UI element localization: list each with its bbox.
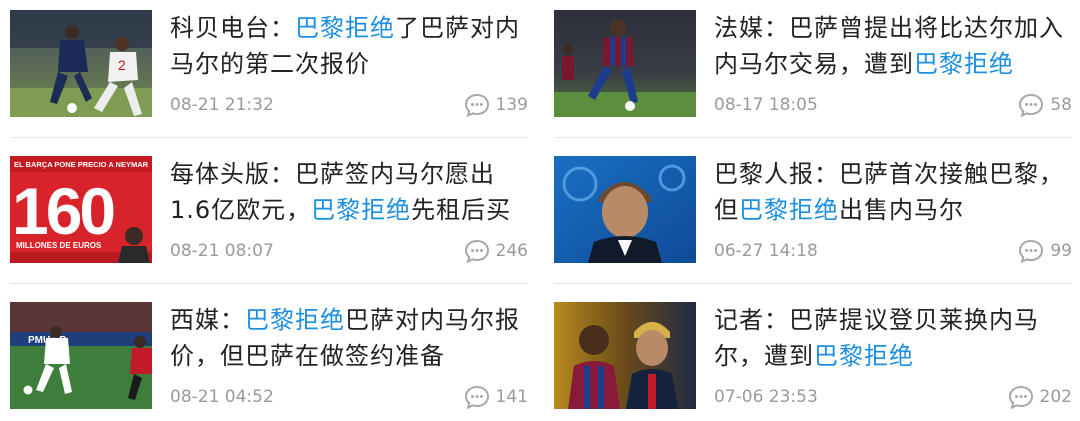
news-thumbnail[interactable]: PMU.FR: [10, 302, 152, 409]
comment-count-button[interactable]: 58: [1018, 92, 1072, 118]
newspaper-headline: EL BARÇA PONE PRECIO A NEYMAR: [14, 160, 149, 169]
news-card[interactable]: 巴黎人报：巴萨首次接触巴黎，但巴黎拒绝出售内马尔 06-27 14:18 99: [554, 156, 1072, 263]
comment-count: 141: [495, 387, 528, 407]
publish-time: 06-27 14:18: [714, 241, 818, 261]
highlight-keyword: 巴黎拒绝: [739, 196, 839, 224]
stadium-match-photo: PMU.FR: [10, 302, 152, 409]
comment-bubble-icon: [1019, 93, 1044, 117]
news-card[interactable]: 记者：巴萨提议登贝莱换内马尔，遭到巴黎拒绝 07-06 23:53 202: [554, 302, 1072, 409]
publish-time: 08-21 04:52: [170, 387, 274, 407]
comment-count: 58: [1050, 95, 1072, 115]
news-card[interactable]: PMU.FR 西媒：巴黎拒绝巴萨对内马尔报价，但巴萨在做签约准备 08-21 0…: [10, 302, 528, 409]
news-title[interactable]: 法媒：巴萨曾提出将比达尔加入内马尔交易，遭到巴黎拒绝: [714, 10, 1074, 82]
comment-bubble-icon: [464, 385, 489, 409]
news-title[interactable]: 西媒：巴黎拒绝巴萨对内马尔报价，但巴萨在做签约准备: [170, 302, 530, 374]
barcelona-player-photo: [554, 10, 696, 117]
news-title[interactable]: 记者：巴萨提议登贝莱换内马尔，遭到巴黎拒绝: [714, 302, 1074, 374]
comment-count-button[interactable]: 99: [1018, 238, 1072, 264]
highlight-keyword: 巴黎拒绝: [311, 196, 412, 224]
comment-count: 99: [1050, 241, 1072, 261]
news-meta: 08-21 04:52 141: [170, 384, 528, 410]
comment-count: 202: [1039, 387, 1072, 407]
divider: [10, 283, 528, 284]
divider: [10, 137, 528, 138]
news-thumbnail[interactable]: [554, 10, 696, 117]
news-thumbnail[interactable]: [554, 156, 696, 263]
two-players-photo: [554, 302, 696, 409]
news-thumbnail[interactable]: 2: [10, 10, 152, 117]
neymar-press-conference-photo: [554, 156, 696, 263]
comment-count-button[interactable]: 246: [464, 238, 528, 264]
svg-text:2: 2: [118, 57, 126, 73]
comment-count-button[interactable]: 202: [1008, 384, 1072, 410]
news-meta: 08-17 18:05 58: [714, 92, 1072, 118]
news-meta: 06-27 14:18 99: [714, 238, 1072, 264]
news-card[interactable]: 法媒：巴萨曾提出将比达尔加入内马尔交易，遭到巴黎拒绝 08-17 18:05 5…: [554, 10, 1072, 117]
comment-bubble-icon: [1008, 385, 1033, 409]
comment-bubble-icon: [464, 93, 489, 117]
newspaper-front-page: EL BARÇA PONE PRECIO A NEYMAR 160 MILLON…: [10, 156, 152, 263]
comment-count: 139: [495, 95, 528, 115]
news-meta: 07-06 23:53 202: [714, 384, 1072, 410]
news-thumbnail[interactable]: EL BARÇA PONE PRECIO A NEYMAR 160 MILLON…: [10, 156, 152, 263]
highlight-keyword: 巴黎拒绝: [914, 50, 1014, 78]
highlight-keyword: 巴黎拒绝: [295, 14, 395, 42]
news-title[interactable]: 巴黎人报：巴萨首次接触巴黎，但巴黎拒绝出售内马尔: [714, 156, 1074, 228]
comment-bubble-icon: [464, 239, 489, 263]
divider: [554, 137, 1072, 138]
news-card[interactable]: EL BARÇA PONE PRECIO A NEYMAR 160 MILLON…: [10, 156, 528, 263]
publish-time: 08-17 18:05: [714, 95, 818, 115]
news-title[interactable]: 科贝电台：巴黎拒绝了巴萨对内马尔的第二次报价: [170, 10, 530, 82]
highlight-keyword: 巴黎拒绝: [814, 342, 914, 370]
news-meta: 08-21 08:07 246: [170, 238, 528, 264]
comment-bubble-icon: [1019, 239, 1044, 263]
publish-time: 08-21 08:07: [170, 241, 274, 261]
news-card[interactable]: 2 科贝电台：巴黎拒绝了巴萨对内马尔的第二次报价 08-21 21:32 139: [10, 10, 528, 117]
football-match-photo: 2: [10, 10, 152, 117]
newspaper-subline: MILLONES DE EUROS: [16, 241, 102, 250]
publish-time: 08-21 21:32: [170, 95, 274, 115]
comment-count-button[interactable]: 141: [464, 384, 528, 410]
news-feed-grid: 2 科贝电台：巴黎拒绝了巴萨对内马尔的第二次报价 08-21 21:32 139…: [0, 0, 1080, 421]
highlight-keyword: 巴黎拒绝: [245, 306, 345, 334]
publish-time: 07-06 23:53: [714, 387, 818, 407]
divider: [554, 283, 1072, 284]
news-meta: 08-21 21:32 139: [170, 92, 528, 118]
comment-count-button[interactable]: 139: [464, 92, 528, 118]
newspaper-number: 160: [12, 174, 113, 248]
news-title[interactable]: 每体头版：巴萨签内马尔愿出1.6亿欧元，巴黎拒绝先租后买: [170, 156, 530, 228]
news-thumbnail[interactable]: [554, 302, 696, 409]
comment-count: 246: [495, 241, 528, 261]
